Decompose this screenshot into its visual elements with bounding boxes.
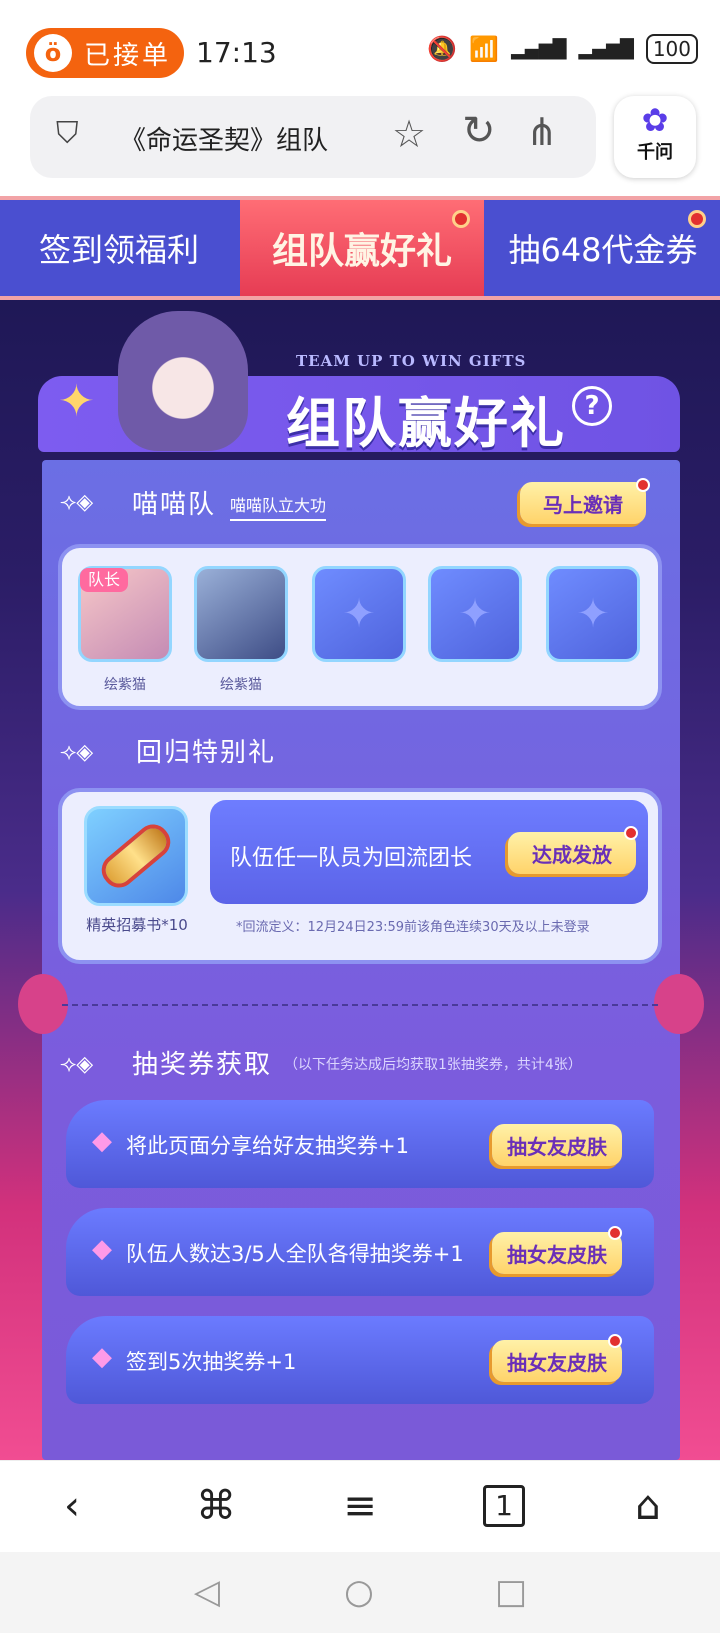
lottery-title: 抽奖券获取	[132, 1050, 273, 1080]
member-avatar[interactable]	[194, 566, 288, 662]
wifi-icon: 📶	[469, 35, 500, 63]
tabs-count-icon[interactable]: 1	[474, 1480, 534, 1532]
reload-icon[interactable]: ↻	[462, 108, 496, 154]
tab-label: 抽648代金券	[508, 231, 698, 269]
battery-icon: 100	[645, 34, 698, 64]
app-logo-icon: ö	[34, 34, 72, 72]
tab-label: 签到领福利	[38, 231, 199, 269]
return-definition-note: *回流定义：12月24日23:59前该角色连续30天及以上未登录	[236, 920, 590, 935]
member-name: 绘紫猫	[104, 677, 146, 693]
notification-dot	[608, 1226, 622, 1240]
tab-sign-in[interactable]: 签到领福利	[0, 200, 238, 296]
member-name: 绘紫猫	[220, 677, 262, 693]
empty-slot[interactable]: ✦	[546, 566, 640, 662]
notification-dot	[688, 210, 706, 228]
draw-skin-button[interactable]: 抽女友皮肤	[492, 1232, 622, 1274]
section-marker-icon: ⟢◈	[60, 1052, 94, 1077]
return-gift-title: 回归特别礼	[136, 738, 277, 768]
empty-slot[interactable]: ✦	[428, 566, 522, 662]
task-label: 签到5次抽奖券+1	[126, 1350, 297, 1374]
signal-icon: ▂▄▆█	[511, 38, 567, 60]
invite-button[interactable]: 马上邀请	[520, 482, 646, 524]
order-status-label: 已接单	[84, 40, 172, 71]
assistant-icon: ✿	[641, 101, 669, 139]
clock: 17:13	[196, 36, 277, 69]
menu-icon[interactable]: ⌘	[186, 1480, 246, 1532]
assistant-label: 千问	[637, 142, 673, 163]
tabs-count: 1	[483, 1485, 525, 1527]
notification-dot	[452, 210, 470, 228]
tab-label: 组队赢好礼	[271, 231, 452, 272]
ticket-notch	[654, 974, 704, 1034]
notification-dot	[624, 826, 638, 840]
bookmark-star-icon[interactable]: ☆	[392, 112, 426, 156]
claim-button[interactable]: 达成发放	[508, 832, 636, 874]
reward-item-label: 精英招募书*10	[86, 916, 188, 934]
draw-skin-button[interactable]: 抽女友皮肤	[492, 1124, 622, 1166]
signal-icon-2: ▂▄▆█	[578, 38, 634, 60]
dashed-divider	[62, 1004, 658, 1006]
system-indicators: 🔕 📶 ▂▄▆█ ▂▄▆█ 100	[427, 34, 698, 64]
system-back-icon[interactable]: ◁	[182, 1570, 232, 1614]
diamond-icon: ◆	[92, 1234, 112, 1264]
task-label: 将此页面分享给好友抽奖券+1	[126, 1134, 409, 1158]
lottery-note: （以下任务达成后均获取1张抽奖券，共计4张）	[284, 1057, 582, 1073]
mute-icon: 🔕	[427, 35, 458, 63]
star-icon: ✦	[576, 591, 610, 637]
system-recent-icon[interactable]: □	[486, 1570, 536, 1614]
return-condition-text: 队伍任一队员为回流团长	[230, 846, 473, 871]
section-marker-icon: ⟢◈	[60, 490, 94, 515]
home-icon[interactable]: ⌂	[618, 1480, 678, 1532]
order-status-badge[interactable]: ö 已接单	[26, 28, 184, 78]
team-slogan: 喵喵队立大功	[230, 492, 327, 521]
empty-slot[interactable]: ✦	[312, 566, 406, 662]
task-label: 队伍人数达3/5人全队各得抽奖券+1	[126, 1242, 464, 1266]
leader-badge: 队长	[80, 568, 129, 592]
header-subtitle: TEAM UP TO WIN GIFTS	[296, 352, 527, 370]
ticket-notch	[18, 974, 68, 1034]
assistant-button[interactable]: ✿ 千问	[614, 96, 696, 178]
diamond-icon: ◆	[92, 1126, 112, 1156]
list-icon[interactable]: ≡	[330, 1480, 390, 1532]
scroll-icon	[100, 823, 172, 889]
reward-item-icon[interactable]	[84, 806, 188, 906]
star-icon: ✦	[458, 591, 492, 637]
sparkle-icon: ✦	[58, 376, 95, 427]
share-icon[interactable]: ⋔	[526, 110, 558, 154]
draw-skin-button[interactable]: 抽女友皮肤	[492, 1340, 622, 1382]
system-home-icon[interactable]: ○	[334, 1570, 384, 1614]
tab-bar: 签到领福利 组队赢好礼 抽648代金券	[0, 196, 720, 300]
shield-icon[interactable]: ⛉	[56, 116, 79, 151]
help-icon[interactable]: ?	[572, 386, 612, 426]
section-marker-icon: ⟢◈	[60, 740, 94, 765]
tab-team-up[interactable]: 组队赢好礼	[240, 200, 484, 296]
diamond-icon: ◆	[92, 1342, 112, 1372]
notification-dot	[608, 1334, 622, 1348]
notification-dot	[636, 478, 650, 492]
header-title: 组队赢好礼	[286, 392, 566, 455]
team-name: 喵喵队	[132, 490, 217, 520]
back-icon[interactable]: ‹	[42, 1480, 102, 1532]
page-title[interactable]: 《命运圣契》组队	[120, 120, 328, 157]
tab-voucher[interactable]: 抽648代金券	[486, 200, 720, 296]
web-content: 签到领福利 组队赢好礼 抽648代金券 TEAM UP TO WIN GIFTS…	[0, 196, 720, 1460]
star-icon: ✦	[342, 591, 376, 637]
mascot-avatar	[118, 311, 248, 451]
